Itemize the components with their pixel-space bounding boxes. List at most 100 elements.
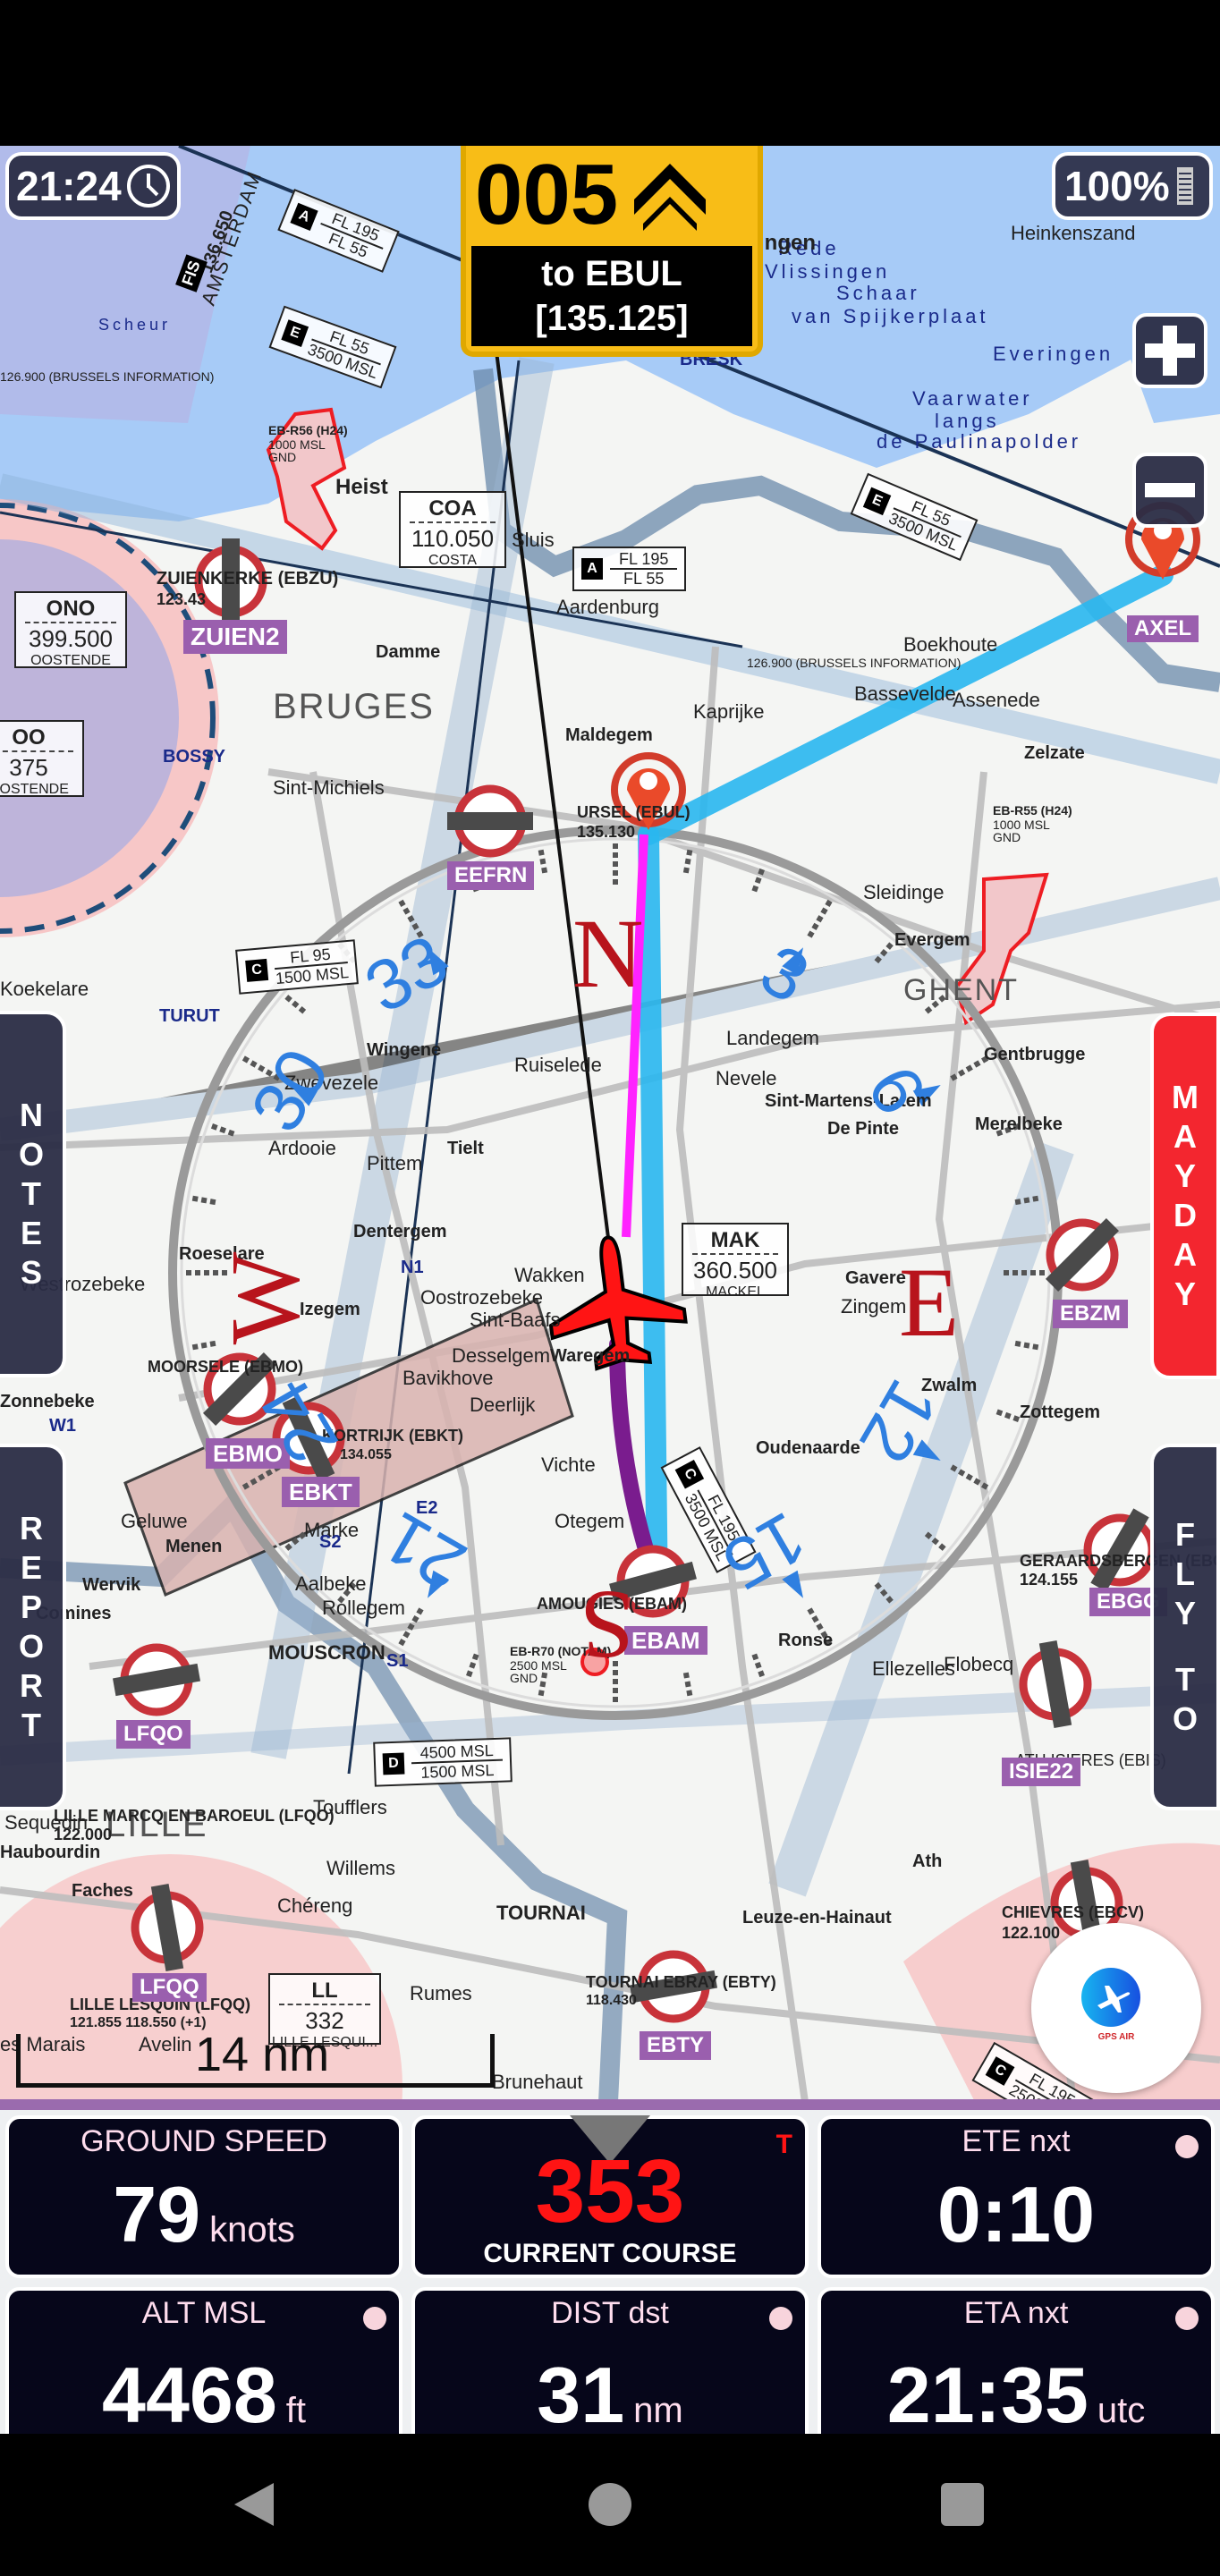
recent-apps-icon[interactable] bbox=[941, 2483, 984, 2526]
navaid-box-coa[interactable]: COA 110.050 COSTA bbox=[399, 491, 506, 568]
map-label-reporting-point: BOSSY bbox=[163, 747, 226, 767]
map-label-town: Sint-Baafs bbox=[470, 1309, 561, 1331]
map-label-town: Aalbeke bbox=[295, 1572, 367, 1595]
airspace-class: D bbox=[382, 1752, 405, 1775]
clock-icon bbox=[126, 165, 170, 208]
map-label-city: GHENT bbox=[903, 973, 1019, 1007]
navaid-box-ono[interactable]: ONO 399.500 OOSTENDE bbox=[14, 591, 127, 668]
airport-freq: 124.155 bbox=[1020, 1571, 1079, 1589]
home-icon[interactable] bbox=[589, 2483, 631, 2526]
airspace-class: C bbox=[245, 958, 269, 982]
clock-widget[interactable]: 21:24 bbox=[5, 152, 181, 220]
airport-tag-ebty[interactable]: EBTY bbox=[640, 2031, 712, 2060]
compass-tick bbox=[805, 899, 833, 942]
current-course-tile[interactable]: T 353 CURRENT COURSE bbox=[411, 2115, 809, 2278]
map-label-town: Oostrozebeke bbox=[420, 1286, 543, 1309]
eta-value: 21:35 bbox=[886, 2351, 1089, 2439]
navaid-id: LL bbox=[279, 1979, 370, 2005]
airport-freq: 122.000 bbox=[54, 1826, 113, 1843]
airport-tag-zuien2[interactable]: ZUIEN2 bbox=[183, 620, 287, 654]
map-label-town: Faches bbox=[72, 1881, 133, 1901]
map-label-town: Kaprijke bbox=[693, 700, 765, 723]
compass-tick bbox=[538, 849, 548, 876]
scale-bar-label: 14 nm bbox=[195, 2028, 330, 2081]
airport-tag-ebkt[interactable]: EBKT bbox=[282, 1477, 360, 1507]
ground-speed-unit: knots bbox=[209, 2210, 295, 2250]
compass-tick bbox=[682, 849, 693, 876]
restricted-label: EB-R56 (H24) bbox=[268, 423, 348, 437]
map-label-town: Flobecq bbox=[944, 1653, 1014, 1675]
route-progress-strip bbox=[0, 2099, 1220, 2110]
map-label-town: Maldegem bbox=[565, 725, 653, 745]
map-label-town: Menen bbox=[165, 1537, 223, 1556]
instrument-panel: GROUND SPEED 79 knots T 353 CURRENT COURS… bbox=[0, 2110, 1220, 2450]
destination-frequency: [135.125] bbox=[535, 299, 689, 338]
map-label-town: Oudenaarde bbox=[756, 1438, 860, 1458]
distance-tile[interactable]: DIST dst 31 nm bbox=[411, 2287, 809, 2450]
ground-speed-tile[interactable]: GROUND SPEED 79 knots bbox=[5, 2115, 402, 2278]
battery-level: 100% bbox=[1064, 163, 1170, 209]
map-label-water: de Paulinapolder bbox=[877, 430, 1082, 453]
airport-symbol-ebgg[interactable] bbox=[1083, 1508, 1156, 1592]
restricted-lower: GND bbox=[993, 830, 1021, 844]
ground-speed-value: 79 bbox=[113, 2170, 201, 2258]
compass-cardinal-w: W bbox=[210, 1251, 320, 1345]
airport-tag-ebzm[interactable]: EBZM bbox=[1053, 1300, 1128, 1328]
zoom-in-button[interactable] bbox=[1132, 313, 1207, 388]
map-label-reporting-point: S2 bbox=[319, 1532, 342, 1552]
map-label-town: Waregem bbox=[550, 1346, 631, 1366]
map-label-reporting-point: N1 bbox=[401, 1258, 424, 1277]
navaid-name: OOSTENDE bbox=[0, 782, 69, 797]
app-menu-button[interactable]: GPS AIR bbox=[1031, 1923, 1201, 2093]
restricted-label: EB-R55 (H24) bbox=[993, 803, 1072, 818]
airport-tag-isie22[interactable]: ISIE22 bbox=[1002, 1758, 1081, 1786]
fly-to-tab[interactable]: F L Y T O bbox=[1150, 1444, 1220, 1810]
tab-letter: T bbox=[21, 1175, 41, 1212]
plus-icon-stem bbox=[1163, 326, 1177, 376]
airport-tag-lfqq[interactable]: LFQQ bbox=[132, 1973, 207, 2002]
eta-tile[interactable]: ETA nxt 21:35 utc bbox=[818, 2287, 1215, 2450]
tab-letter: R bbox=[20, 1667, 43, 1704]
ete-tile[interactable]: ETE nxt 0:10 bbox=[818, 2115, 1215, 2278]
compass-cardinal-s: S bbox=[580, 1571, 635, 1680]
map-label-town: Otegem bbox=[555, 1510, 625, 1532]
map-label-town: Rollegem bbox=[322, 1597, 405, 1619]
navaid-name: MACKEL bbox=[706, 1284, 765, 1300]
airport-tag-lfqo[interactable]: LFQO bbox=[116, 1720, 191, 1749]
map-label-city: BRUGES bbox=[273, 687, 435, 726]
airport-name: TOURNAI EBRAY (EBTY) bbox=[586, 1973, 776, 1991]
airport-tag-axel[interactable]: AXEL bbox=[1127, 615, 1199, 642]
zoom-out-button[interactable] bbox=[1132, 453, 1207, 528]
map-label-town: Desselgem bbox=[452, 1344, 551, 1367]
airport-tag-ebam[interactable]: EBAM bbox=[624, 1626, 707, 1655]
tile-title: ETA nxt bbox=[963, 2296, 1069, 2330]
altitude-tile[interactable]: ALT MSL 4468 ft bbox=[5, 2287, 402, 2450]
map-label-water: Schaar bbox=[836, 282, 920, 304]
heading-indicator[interactable]: 005 to EBUL [135.125] bbox=[461, 146, 763, 357]
airspace-class: C bbox=[985, 2056, 1015, 2086]
map-label-town: Assenede bbox=[953, 689, 1040, 711]
map-label-town: Wingene bbox=[367, 1040, 442, 1060]
back-icon[interactable] bbox=[234, 2483, 274, 2526]
compass-tick bbox=[210, 1123, 237, 1138]
tab-letter: D bbox=[1173, 1197, 1197, 1233]
map-label-town: Koekelare bbox=[0, 978, 89, 1000]
navaid-freq: 110.050 bbox=[411, 525, 495, 552]
map-label-info: 126.900 (BRUSSELS INFORMATION) bbox=[0, 369, 215, 384]
tab-letter: A bbox=[1173, 1236, 1197, 1273]
navaid-box-mak[interactable]: MAK 360.500 MACKEL bbox=[682, 1223, 789, 1300]
airport-tag-eefrn[interactable]: EEFRN bbox=[447, 861, 535, 890]
map-label-town: Damme bbox=[376, 642, 441, 662]
tab-letter: E bbox=[20, 1215, 42, 1251]
aviation-map[interactable]: Rede Vlissingen Schaar van Spijkerplaat … bbox=[0, 146, 1220, 2102]
airport-name: MOORSELE (EBMO) bbox=[148, 1358, 303, 1376]
mayday-tab[interactable]: M A Y D A Y bbox=[1150, 1013, 1220, 1379]
map-label-town: ingen bbox=[758, 231, 816, 255]
report-tab[interactable]: R E P O R T bbox=[0, 1444, 66, 1810]
minus-icon bbox=[1145, 483, 1195, 497]
airspace-lower: 1500 MSL bbox=[420, 1761, 495, 1782]
notes-tab[interactable]: N O T E S bbox=[0, 1011, 66, 1377]
map-label-town: Geluwe bbox=[121, 1510, 188, 1532]
navaid-box-oo[interactable]: OO 375 OOSTENDE bbox=[0, 720, 84, 797]
airport-symbol-isie22[interactable] bbox=[1019, 1640, 1092, 1729]
